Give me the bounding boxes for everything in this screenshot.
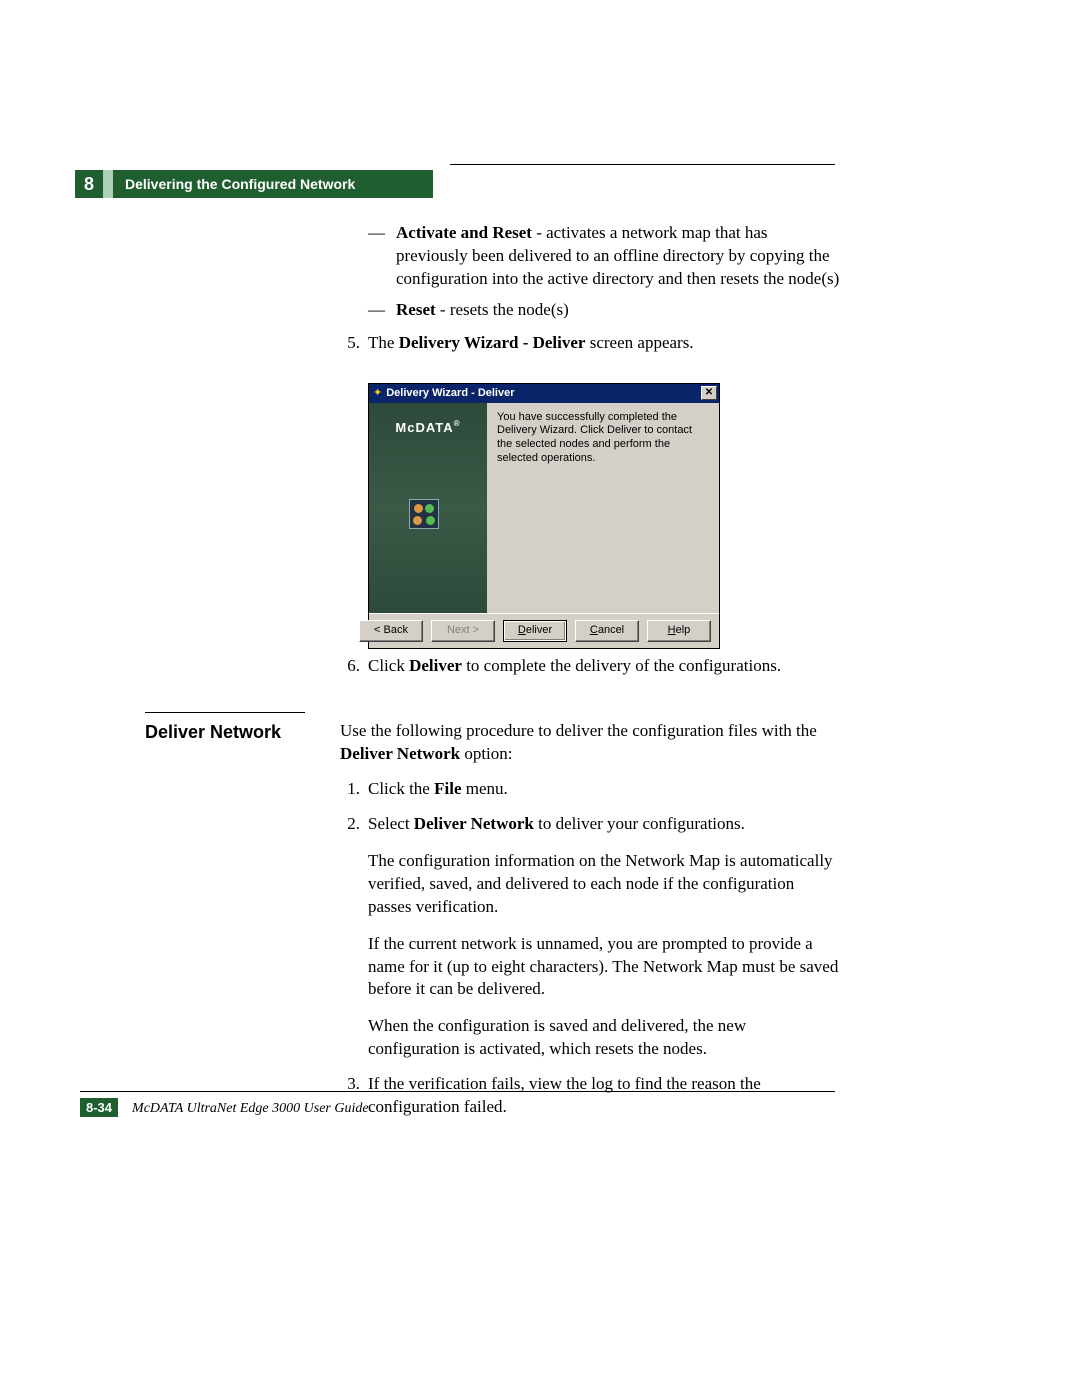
text-bold: Deliver Network [414, 814, 534, 833]
text-bold: Deliver [409, 656, 462, 675]
text: Click the [368, 779, 434, 798]
section-rule [145, 712, 305, 713]
dialog-body: McDATA® You have successfully completed … [369, 403, 719, 613]
chapter-number-badge: 8 [75, 170, 103, 198]
deliver-button[interactable]: Deliver [503, 620, 567, 642]
page: 8 Delivering the Configured Network — Ac… [0, 0, 1080, 1397]
bullet-text: - resets the node(s) [436, 300, 569, 319]
chapter-header: 8 Delivering the Configured Network [75, 170, 433, 198]
back-button[interactable]: < Back [359, 620, 423, 642]
dialog-title: Delivery Wizard - Deliver [386, 386, 701, 401]
chapter-number-tail [103, 170, 113, 198]
text-bold: Delivery Wizard - Deliver [399, 333, 586, 352]
help-button[interactable]: Help [647, 620, 711, 642]
section-heading: Deliver Network [145, 720, 340, 1119]
dialog-titlebar: ✦ Delivery Wizard - Deliver ✕ [369, 384, 719, 403]
network-icon [409, 499, 439, 529]
sub-bullet-list: — Activate and Reset - activates a netwo… [368, 222, 840, 322]
dialog-sidebar: McDATA® [369, 403, 487, 613]
delivery-wizard-dialog: ✦ Delivery Wizard - Deliver ✕ McDATA® Yo… [368, 383, 720, 649]
cancel-button[interactable]: Cancel [575, 620, 639, 642]
accel-char: C [590, 623, 598, 638]
text: option: [460, 744, 512, 763]
page-footer: 8-34 McDATA UltraNet Edge 3000 User Guid… [80, 1091, 835, 1117]
text: screen appears. [585, 333, 693, 352]
trademark-icon: ® [454, 419, 461, 428]
text: Use the following procedure to deliver t… [340, 721, 817, 740]
brand-text: McDATA [395, 420, 453, 435]
step-text: The Delivery Wizard - Deliver screen app… [368, 332, 840, 355]
brand-logo: McDATA® [369, 419, 487, 437]
accel-char: D [518, 623, 526, 638]
numbered-list: 5. The Delivery Wizard - Deliver screen … [340, 332, 840, 355]
paragraph: If the current network is unnamed, you a… [368, 933, 840, 1002]
text: to complete the delivery of the configur… [462, 656, 781, 675]
section-intro: Use the following procedure to deliver t… [340, 720, 840, 766]
text: eliver [526, 623, 552, 638]
dialog-message: You have successfully completed the Deli… [487, 403, 719, 613]
content-column: — Activate and Reset - activates a netwo… [340, 222, 840, 678]
numbered-list: 6. Click Deliver to complete the deliver… [340, 655, 840, 678]
step-number: 5. [340, 332, 368, 355]
list-item: — Activate and Reset - activates a netwo… [368, 222, 840, 291]
dialog-button-row: < Back Next > Deliver Cancel Help [369, 613, 719, 648]
next-button[interactable]: Next > [431, 620, 495, 642]
list-item: 1. Click the File menu. [340, 778, 840, 801]
list-item-text: Activate and Reset - activates a network… [396, 222, 840, 291]
text: Select [368, 814, 414, 833]
close-icon[interactable]: ✕ [701, 386, 717, 400]
step-number: 1. [340, 778, 368, 801]
list-item: — Reset - resets the node(s) [368, 299, 840, 322]
dash-marker: — [368, 299, 396, 322]
page-number-badge: 8-34 [80, 1098, 118, 1117]
step-text: Click Deliver to complete the delivery o… [368, 655, 840, 678]
list-item: 5. The Delivery Wizard - Deliver screen … [340, 332, 840, 355]
accel-char: H [668, 623, 676, 638]
guide-title: McDATA UltraNet Edge 3000 User Guide [132, 1101, 369, 1117]
text: The [368, 333, 399, 352]
paragraph: When the configuration is saved and deli… [368, 1015, 840, 1061]
text-bold: File [434, 779, 461, 798]
paragraph: The configuration information on the Net… [368, 850, 840, 919]
list-item: 6. Click Deliver to complete the deliver… [340, 655, 840, 678]
section: Deliver Network Use the following proced… [145, 720, 840, 1119]
text: Click [368, 656, 409, 675]
step-text: Select Deliver Network to deliver your c… [368, 813, 840, 1061]
text-bold: Deliver Network [340, 744, 460, 763]
step-number: 6. [340, 655, 368, 678]
text: ancel [598, 623, 624, 638]
list-item-text: Reset - resets the node(s) [396, 299, 569, 322]
top-rule [450, 164, 835, 165]
chapter-title: Delivering the Configured Network [113, 170, 433, 198]
app-icon: ✦ [373, 386, 382, 401]
section-body: Use the following procedure to deliver t… [340, 720, 840, 1119]
step-text: Click the File menu. [368, 778, 840, 801]
bullet-label: Reset [396, 300, 436, 319]
text: menu. [462, 779, 508, 798]
dash-marker: — [368, 222, 396, 291]
text: elp [676, 623, 691, 638]
text: to deliver your configurations. [534, 814, 745, 833]
bullet-label: Activate and Reset [396, 223, 532, 242]
step-number: 2. [340, 813, 368, 1061]
list-item: 2. Select Deliver Network to deliver you… [340, 813, 840, 1061]
